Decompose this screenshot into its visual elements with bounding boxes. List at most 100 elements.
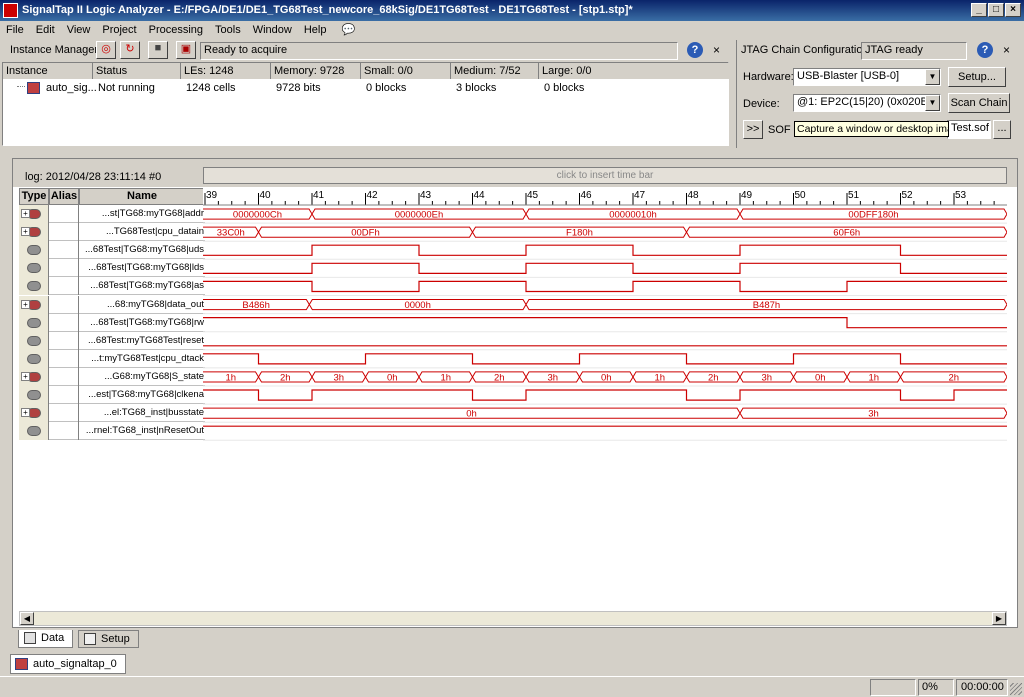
scan-chain-button[interactable]: Scan Chain: [948, 93, 1010, 113]
device-dropdown-icon[interactable]: ▼: [925, 95, 940, 111]
menu-window[interactable]: Window: [247, 21, 298, 39]
col-small[interactable]: Small: 0/0: [361, 63, 451, 79]
ruler-tick-label: 42: [367, 190, 379, 201]
tree-line: [17, 86, 25, 87]
expand-bus-icon[interactable]: +: [21, 408, 30, 418]
bus-value-label: B486h: [242, 300, 269, 311]
signal-name: ...st|TG68:myTG68|addr: [101, 208, 204, 219]
help-icon[interactable]: ?: [687, 42, 703, 58]
status-bar: 0% 00:00:00: [0, 676, 1024, 697]
wire-signal-icon: [27, 353, 41, 364]
close-jtag-icon[interactable]: ×: [1003, 43, 1010, 57]
run-analysis-icon[interactable]: ↻: [120, 41, 140, 59]
progress-text: 0%: [918, 679, 954, 696]
ruler-tick-label: 52: [902, 190, 914, 201]
close-instance-manager-icon[interactable]: ×: [713, 43, 720, 57]
col-medium[interactable]: Medium: 7/52: [451, 63, 539, 79]
expand-bus-icon[interactable]: +: [21, 227, 30, 237]
bus-value-label: 60F6h: [833, 228, 860, 239]
tab-instance[interactable]: auto_signaltap_0: [10, 654, 126, 674]
maximize-button[interactable]: □: [988, 3, 1004, 17]
signal-type-cell: [19, 331, 49, 350]
menu-bar: File Edit View Project Processing Tools Window…: [0, 21, 1024, 39]
scroll-left-icon[interactable]: ◀: [20, 612, 34, 625]
autorun-analysis-icon[interactable]: ◎: [96, 41, 116, 59]
menu-processing[interactable]: Processing: [143, 21, 209, 39]
expand-bus-icon[interactable]: +: [21, 371, 30, 381]
col-type[interactable]: Type: [19, 188, 49, 205]
wire-signal-icon: [27, 426, 41, 437]
read-data-icon[interactable]: ▣: [176, 41, 196, 59]
menu-file[interactable]: File: [0, 21, 30, 39]
signal-row[interactable]: ...68Test:myTG68Test|reset: [19, 331, 205, 350]
bus-value-label: 2h: [948, 372, 959, 383]
table-row[interactable]: auto_sig... Not running 1248 cells 9728 …: [3, 80, 730, 96]
waveform-trace: [203, 280, 1007, 293]
hardware-select[interactable]: USB-Blaster [USB-0]: [793, 68, 941, 86]
tab-setup[interactable]: Setup: [78, 630, 139, 648]
col-alias[interactable]: Alias: [49, 188, 79, 205]
signal-row[interactable]: + ...st|TG68:myTG68|addr: [19, 205, 205, 223]
time-bar-area[interactable]: click to insert time bar: [203, 167, 1007, 184]
menu-tools[interactable]: Tools: [209, 21, 247, 39]
signal-row[interactable]: ...t:myTG68Test|cpu_dtack: [19, 349, 205, 368]
tab-data[interactable]: Data: [18, 630, 74, 648]
browse-sof-button[interactable]: ...: [993, 120, 1011, 139]
signal-row[interactable]: + ...el:TG68_inst|busstate: [19, 404, 205, 423]
col-memory[interactable]: Memory: 9728: [271, 63, 361, 79]
whats-this-icon[interactable]: 💬: [336, 21, 362, 39]
signal-row[interactable]: ...68Test|TG68:myTG68|uds: [19, 241, 205, 260]
cell-les: 1248 cells: [186, 82, 236, 94]
signal-alias-cell: [49, 331, 79, 350]
resize-grip-icon[interactable]: [1010, 683, 1022, 695]
col-name[interactable]: Name: [79, 188, 205, 205]
cell-memory: 9728 bits: [276, 82, 321, 94]
instance-status-field: Ready to acquire: [200, 42, 678, 60]
wire-signal-icon: [27, 335, 41, 346]
jtag-help-icon[interactable]: ?: [977, 42, 993, 58]
bus-value-label: F180h: [566, 228, 593, 239]
jtag-label: JTAG Chain Configuration:: [741, 44, 872, 56]
scroll-right-icon[interactable]: ▶: [992, 612, 1006, 625]
sof-file-field[interactable]: Test.sof: [947, 120, 991, 139]
close-button[interactable]: ×: [1005, 3, 1021, 17]
signal-row[interactable]: + ...TG68Test|cpu_datain: [19, 223, 205, 242]
bus-value-label: 1h: [868, 372, 879, 383]
menu-project[interactable]: Project: [96, 21, 142, 39]
stop-analysis-icon[interactable]: ■: [148, 41, 168, 59]
bus-value-label: 1h: [440, 372, 451, 383]
app-icon: [3, 3, 18, 18]
signal-name: ...est|TG68:myTG68|clkena: [88, 389, 204, 400]
signal-row[interactable]: ...68Test|TG68:myTG68|lds: [19, 259, 205, 278]
horizontal-scrollbar[interactable]: ◀ ▶: [19, 611, 1007, 626]
ruler-tick-label: 41: [313, 190, 325, 201]
expand-bus-icon[interactable]: +: [21, 299, 30, 309]
minimize-button[interactable]: _: [971, 3, 987, 17]
expand-bus-icon[interactable]: +: [21, 209, 30, 218]
col-instance[interactable]: Instance: [3, 63, 93, 79]
menu-view[interactable]: View: [61, 21, 97, 39]
signal-row[interactable]: + ...G68:myTG68|S_state: [19, 367, 205, 386]
signal-row[interactable]: ...68Test|TG68:myTG68|as: [19, 277, 205, 296]
jtag-status: JTAG ready: [861, 42, 967, 60]
device-select[interactable]: @1: EP2C(15|20) (0x020B30D: [793, 94, 941, 112]
signal-type-cell: [19, 386, 49, 404]
ruler-tick-label: 47: [634, 190, 646, 201]
col-status[interactable]: Status: [93, 63, 181, 79]
waveform-trace: [203, 244, 1007, 256]
menu-edit[interactable]: Edit: [30, 21, 61, 39]
col-large[interactable]: Large: 0/0: [539, 63, 730, 79]
menu-help[interactable]: Help: [298, 21, 333, 39]
col-les[interactable]: LEs: 1248: [181, 63, 271, 79]
title-bar: SignalTap II Logic Analyzer - E:/FPGA/DE…: [0, 0, 1024, 21]
setup-button[interactable]: Setup...: [948, 67, 1006, 87]
signal-row[interactable]: ...est|TG68:myTG68|clkena: [19, 386, 205, 404]
hardware-dropdown-icon[interactable]: ▼: [925, 69, 940, 85]
signal-row[interactable]: + ...68:myTG68|data_out: [19, 295, 205, 314]
sof-manager-toggle[interactable]: >>: [743, 120, 763, 139]
signal-name: ...68Test|TG68:myTG68|rw: [90, 316, 204, 328]
signal-row[interactable]: ...68Test|TG68:myTG68|rw: [19, 313, 205, 332]
tooltip: Capture a window or desktop image: [794, 121, 949, 137]
waveform-canvas[interactable]: 394041424344454647484950515253540000000C…: [203, 187, 1007, 447]
signal-row[interactable]: ...rnel:TG68_inst|nResetOut: [19, 422, 205, 441]
